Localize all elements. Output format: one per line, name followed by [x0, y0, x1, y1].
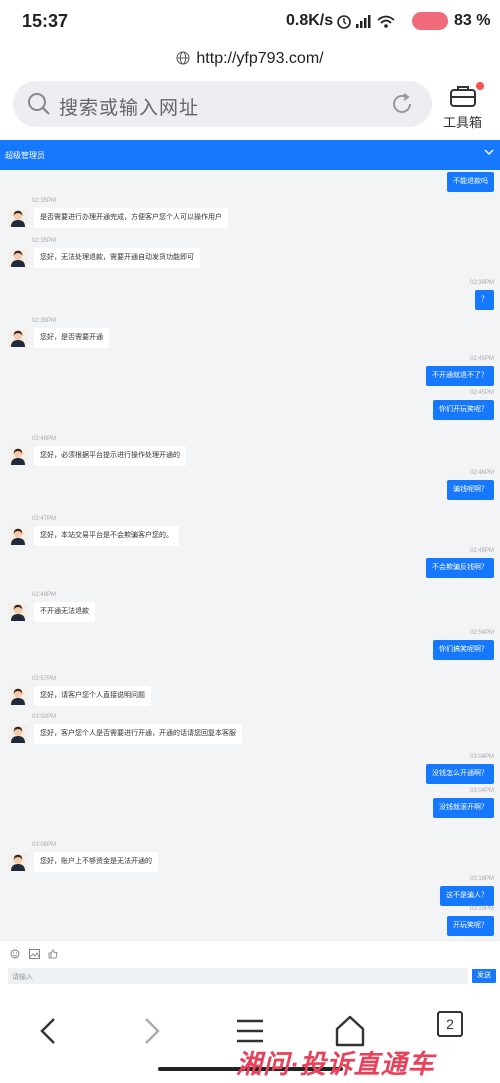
message-timestamp: 02:35PM	[32, 198, 57, 204]
outgoing-message: 你们搞笑呢啊？	[433, 640, 494, 660]
message-list: 不能退款吗 02:35PM 是否需要进行办理开通完成，方便客户您个人可以操作用户 02…	[0, 140, 500, 940]
redacted-mark	[412, 12, 448, 30]
url-text: http://yfp793.com/	[196, 50, 324, 67]
signal-icon	[356, 15, 371, 28]
outgoing-message: 不开通就退不了？	[426, 366, 494, 386]
message-timestamp: 02:46PM	[469, 470, 494, 476]
status-icons	[336, 12, 408, 34]
tabs-button[interactable]: 2	[437, 1011, 463, 1037]
outgoing-message: 开玩笑呢？	[447, 916, 494, 936]
agent-avatar	[8, 853, 28, 871]
notification-dot	[476, 82, 484, 90]
agent-avatar	[8, 527, 28, 545]
network-speed: 0.8K/s	[286, 12, 334, 29]
incoming-message: 您好，账户上不够资金是无法开通的	[34, 852, 158, 872]
watermark: 湘问·投诉直通车	[236, 1049, 435, 1079]
message-timestamp: 02:45PM	[469, 390, 494, 396]
message-timestamp: 03:19PM	[469, 906, 494, 912]
outgoing-message: 不会欺骗反钱啊？	[426, 558, 494, 578]
battery-level: 83 %	[454, 12, 491, 29]
agent-avatar	[8, 687, 28, 705]
url-bar[interactable]: http://yfp793.com/	[0, 50, 500, 70]
agent-avatar	[8, 329, 28, 347]
message-timestamp: 02:48PM	[32, 592, 57, 598]
search-icon	[27, 92, 51, 121]
agent-avatar	[8, 603, 28, 621]
message-input-placeholder: 请输入	[12, 974, 33, 981]
agent-avatar	[8, 249, 28, 267]
status-time: 15:37	[22, 11, 69, 31]
incoming-message: 是否需要进行办理开通完成，方便客户您个人可以操作用户	[34, 208, 228, 228]
message-timestamp: 02:45PM	[469, 356, 494, 362]
toolbox-icon	[449, 84, 477, 113]
message-timestamp: 02:38PM	[469, 280, 494, 286]
search-bar[interactable]: 搜索或输入网址	[13, 81, 432, 127]
incoming-message: 您好，客户您个人是否需要进行开通，开通的话请您回复本客服	[34, 724, 242, 744]
message-timestamp: 02:35PM	[32, 238, 57, 244]
alarm-icon	[337, 15, 351, 29]
toolbox-label: 工具箱	[443, 115, 483, 130]
globe-icon	[176, 51, 190, 70]
message-timestamp: 02:38PM	[32, 318, 57, 324]
agent-avatar	[8, 209, 28, 227]
search-placeholder: 搜索或输入网址	[59, 98, 200, 119]
message-timestamp: 02:57PM	[32, 676, 57, 682]
message-timestamp: 02:47PM	[32, 516, 57, 522]
incoming-message: 您好，无法处理退款，需要开通自动发货功能即可	[34, 248, 200, 268]
outgoing-message: 骗钱呢啊？	[447, 480, 494, 500]
outgoing-message: 这不是骗人？	[440, 886, 494, 906]
outgoing-message: 没钱就滚开啊？	[433, 798, 494, 818]
message-timestamp: 02:48PM	[469, 548, 494, 554]
refresh-icon[interactable]	[390, 92, 414, 121]
agent-avatar	[8, 725, 28, 743]
incoming-message: 您好，请客户您个人直接说明问题	[34, 686, 151, 706]
toolbox-button[interactable]: 工具箱	[440, 82, 490, 130]
outgoing-message: 没钱怎么开通啊？	[426, 764, 494, 784]
incoming-message: 您好，必须根据平台提示进行操作处理开通的	[34, 446, 186, 466]
image-icon[interactable]	[29, 949, 40, 961]
message-timestamp: 03:18PM	[469, 876, 494, 882]
outgoing-message: 不能退款吗	[447, 172, 494, 192]
outgoing-message: 你们开玩笑呢？	[433, 400, 494, 420]
forward-icon[interactable]	[130, 1013, 170, 1049]
message-timestamp: 03:06PM	[32, 842, 57, 848]
incoming-message: 不开通无法退款	[34, 602, 95, 622]
emoji-icon[interactable]	[10, 949, 20, 961]
message-input[interactable]: 请输入	[8, 968, 468, 984]
status-bar: 15:37 0.8K/s 83 %	[0, 0, 500, 44]
chat-composer: 请输入 发送	[0, 940, 500, 992]
agent-avatar	[8, 447, 28, 465]
thumbs-up-icon[interactable]	[48, 949, 58, 961]
outgoing-message: ？	[475, 290, 494, 310]
message-timestamp: 03:02PM	[32, 714, 57, 720]
wifi-icon	[377, 15, 395, 28]
send-button[interactable]: 发送	[472, 969, 496, 983]
message-timestamp: 02:46PM	[32, 436, 57, 442]
back-icon[interactable]	[30, 1013, 70, 1049]
message-timestamp: 02:54PM	[469, 630, 494, 636]
incoming-message: 您好，本站交易平台是不会欺骗客户您的。	[34, 526, 179, 546]
message-timestamp: 03:04PM	[469, 788, 494, 794]
message-timestamp: 03:04PM	[469, 754, 494, 760]
incoming-message: 您好，是否需要开通	[34, 328, 109, 348]
chat-panel: 超级管理员 不能退款吗 02:35PM 是否需要进行办理开通完成，方便客户您个人可以…	[0, 140, 500, 990]
